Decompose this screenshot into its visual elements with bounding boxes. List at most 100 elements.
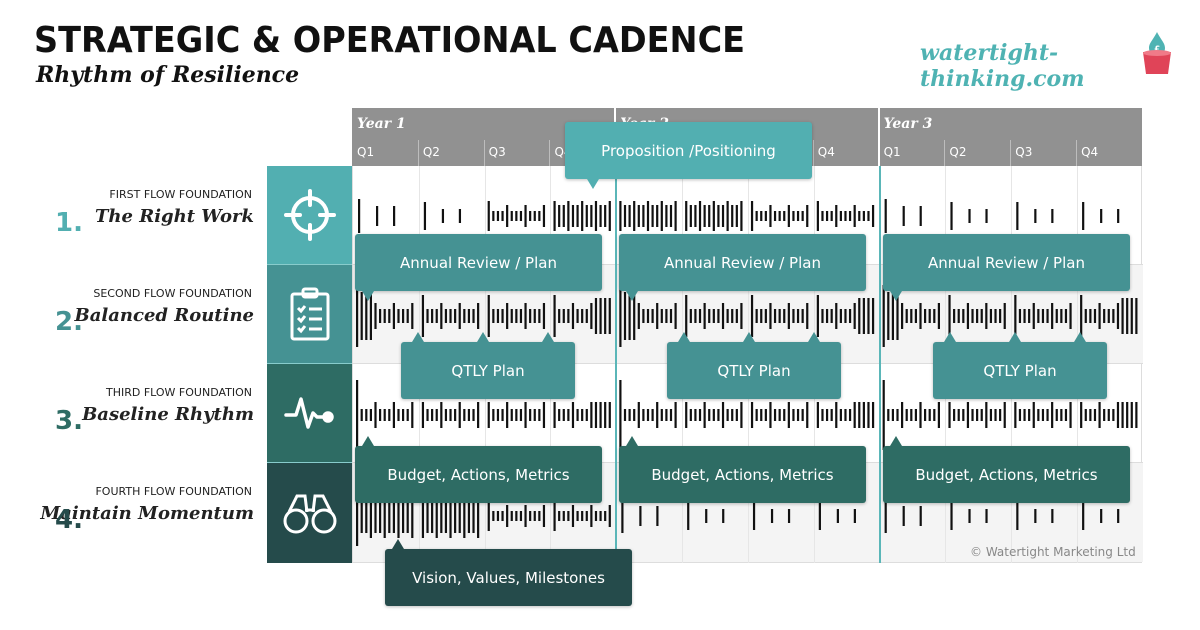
cadence-tick (524, 205, 527, 227)
cadence-tick (421, 295, 425, 337)
cadence-tick (542, 402, 546, 428)
cadence-tick (487, 501, 490, 531)
callout-pointer (626, 436, 638, 446)
cadence-tick (712, 309, 715, 323)
cadence-tick (558, 511, 561, 521)
cadence-tick (519, 511, 523, 521)
cadence-tick (871, 402, 875, 428)
cadence-tick (1055, 309, 1058, 323)
cadence-tick (816, 402, 819, 428)
cadence-tick (980, 409, 983, 421)
cadence-tick (646, 309, 650, 323)
cadence-tick (994, 409, 997, 421)
cadence-tick (553, 295, 556, 337)
cadence-tick (411, 402, 414, 428)
cadence-tick (839, 409, 842, 421)
cadence-tick (816, 295, 819, 337)
cadence-tick (726, 409, 729, 421)
cadence-tick (524, 402, 527, 428)
cadence-tick (999, 409, 1002, 421)
cadence-tick (783, 211, 786, 221)
quarter-label: Q2 (949, 145, 967, 159)
page-subtitle: Rhythm of Resilience (36, 62, 300, 88)
cadence-tick (628, 205, 631, 227)
cadence-tick (637, 402, 640, 428)
cadence-tick (369, 409, 372, 421)
cadence-tick (867, 298, 870, 334)
cadence-tick (487, 295, 490, 337)
cadence-tick (365, 409, 368, 421)
cadence-tick (477, 303, 480, 329)
cadence-tick (985, 303, 988, 329)
cadence-tick (928, 409, 931, 421)
cadence-tick (976, 409, 979, 421)
cadence-tick (637, 205, 640, 227)
cadence-tick (1121, 298, 1124, 334)
cadence-tick (764, 211, 767, 221)
callout-pointer (1009, 332, 1021, 342)
cadence-tick (806, 402, 809, 428)
cadence-tick (397, 309, 400, 323)
callout-label: QTLY Plan (983, 361, 1057, 380)
cadence-tick (1103, 309, 1106, 323)
cadence-tick (1082, 502, 1085, 530)
foundation-kicker: FIRST FLOW FOUNDATION (109, 188, 252, 201)
cadence-tick (608, 298, 611, 334)
cadence-tick (590, 402, 593, 428)
cadence-tick (1126, 402, 1129, 428)
cadence-tick (957, 409, 960, 421)
cadence-tick (708, 309, 711, 323)
cadence-tick (599, 298, 602, 334)
cadence-tick (685, 295, 688, 337)
cadence-tick (529, 409, 532, 421)
cadence-tick (1034, 209, 1037, 223)
cadence-tick (953, 409, 956, 421)
cadence-tick (571, 402, 575, 428)
cadence-tick (571, 303, 575, 329)
foundation-kicker: FOURTH FLOW FOUNDATION (95, 485, 252, 498)
cadence-tick (919, 506, 922, 526)
cadence-tick (553, 402, 556, 428)
cadence-tick (515, 409, 518, 421)
cadence-tick (524, 505, 527, 527)
cadence-tick (506, 205, 509, 227)
cadence-tick (985, 509, 988, 523)
cadence-tick (825, 309, 829, 323)
cadence-tick (642, 409, 645, 421)
cadence-tick (533, 409, 536, 421)
cadence-tick (1135, 402, 1138, 428)
cadence-tick (694, 205, 697, 227)
cadence-tick (388, 409, 391, 421)
cadence-tick (533, 211, 536, 221)
cadence-tick (660, 201, 663, 231)
foundation-4-icon-cell (267, 463, 352, 563)
cadence-tick (796, 309, 800, 323)
cadence-tick (656, 506, 659, 526)
cadence-tick (867, 211, 870, 221)
cadence-tick (871, 298, 875, 334)
bucket-pound-drop-icon: £ (1143, 32, 1171, 74)
cadence-tick (726, 201, 729, 231)
cadence-tick (769, 402, 772, 428)
callout-pointer (743, 332, 755, 342)
cadence-tick (924, 309, 927, 323)
callout-pointer (412, 332, 424, 342)
cadence-tick (496, 511, 500, 521)
cadence-tick (510, 511, 513, 521)
cadence-tick (1028, 309, 1031, 323)
cadence-tick (902, 506, 905, 526)
cadence-tick (392, 303, 395, 329)
cadence-tick (608, 505, 611, 527)
cadence-tick (669, 309, 673, 323)
cadence-tick (510, 211, 513, 221)
cadence-tick (853, 509, 856, 523)
cadence-tick (558, 409, 561, 421)
cadence-tick (773, 309, 777, 323)
cadence-tick (839, 211, 842, 221)
cadence-tick (1003, 402, 1006, 428)
cadence-tick (999, 309, 1002, 323)
cadence-tick (801, 409, 804, 421)
cadence-tick (1080, 295, 1083, 337)
cadence-tick (1014, 295, 1017, 337)
quarter-separator (549, 140, 551, 166)
